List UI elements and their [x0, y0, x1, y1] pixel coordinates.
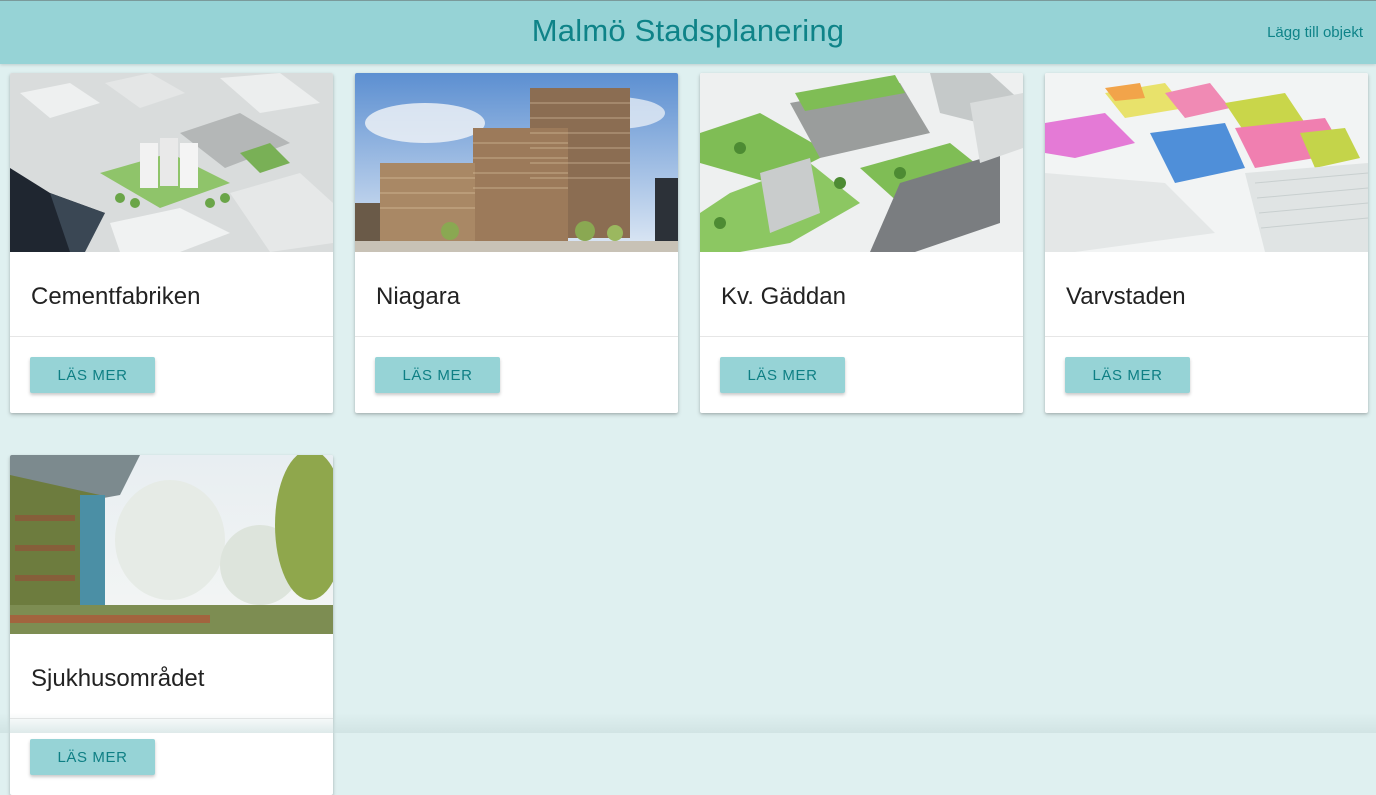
read-more-button[interactable]: LÄS MER: [375, 357, 500, 393]
project-card-varvstaden: Varvstaden LÄS MER: [1045, 73, 1368, 413]
project-image-cementfabriken: [10, 73, 333, 252]
read-more-button[interactable]: LÄS MER: [30, 357, 155, 393]
read-more-button[interactable]: LÄS MER: [720, 357, 845, 393]
bottom-fade: [0, 713, 1376, 733]
project-card-cementfabriken: Cementfabriken LÄS MER: [10, 73, 333, 413]
read-more-button[interactable]: LÄS MER: [1065, 357, 1190, 393]
project-image-varvstaden: [1045, 73, 1368, 252]
add-object-link[interactable]: Lägg till objekt: [1267, 24, 1363, 41]
project-card-sjukhusomradet: Sjukhusområdet LÄS MER: [10, 455, 333, 795]
project-image-sjukhusomradet: [10, 455, 333, 634]
project-title: Sjukhusområdet: [31, 665, 205, 692]
card-divider: [700, 336, 1023, 337]
app-header: Malmö Stadsplanering Lägg till objekt: [0, 0, 1376, 64]
project-title: Varvstaden: [1066, 283, 1186, 310]
project-title: Cementfabriken: [31, 283, 201, 310]
card-divider: [10, 336, 333, 337]
project-card-niagara: Niagara LÄS MER: [355, 73, 678, 413]
project-image-kv-gaddan: [700, 73, 1023, 252]
project-card-kv-gaddan: Kv. Gäddan LÄS MER: [700, 73, 1023, 413]
card-divider: [1045, 336, 1368, 337]
project-title: Kv. Gäddan: [721, 283, 846, 310]
page-title: Malmö Stadsplanering: [531, 13, 845, 48]
project-title: Niagara: [376, 283, 461, 310]
read-more-button[interactable]: LÄS MER: [30, 739, 155, 775]
card-divider: [355, 336, 678, 337]
project-image-niagara: [355, 73, 678, 252]
